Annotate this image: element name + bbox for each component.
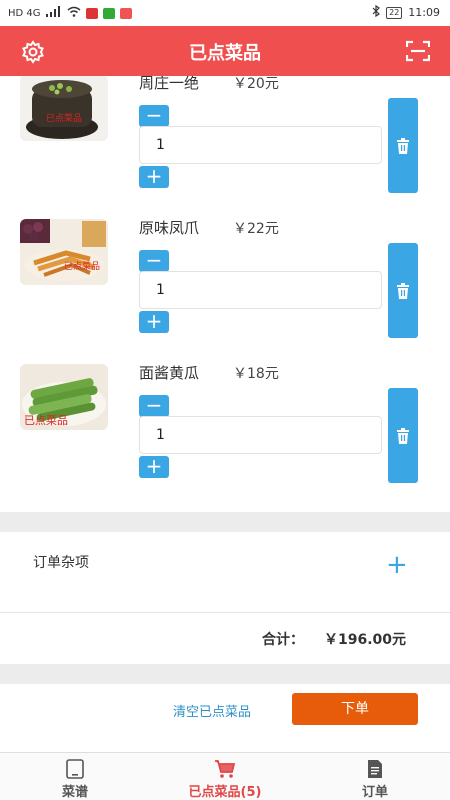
dish-image: 已点菜品	[20, 219, 108, 285]
add-misc-button[interactable]: +	[386, 552, 408, 578]
tab-label: 已点菜品(5)	[188, 785, 262, 800]
dish-name: 面酱黄瓜	[139, 364, 200, 382]
place-order-button[interactable]: 下单	[292, 693, 418, 725]
tab-label: 订单	[361, 785, 388, 800]
dish-name: 周庄一绝	[139, 76, 200, 92]
order-actions: 清空已点菜品 下单	[0, 684, 450, 752]
svg-text:已点菜品: 已点菜品	[24, 414, 68, 427]
increase-quantity-button[interactable]: +	[139, 166, 169, 188]
increase-quantity-button[interactable]: +	[139, 311, 169, 333]
app-notification-icon-3	[119, 7, 132, 19]
order-misc-section: 订单杂项 + 合计： ￥196.00元	[0, 532, 450, 664]
page-title: 已点菜品	[189, 43, 261, 64]
dish-price: ￥18元	[233, 366, 279, 382]
dish-item: 已点菜品 面酱黄瓜 ￥18元 − 1 +	[0, 364, 450, 510]
bottom-tab-bar: 菜谱 已点菜品(5) 订单	[0, 752, 450, 800]
document-icon	[300, 759, 450, 779]
delete-dish-button[interactable]	[388, 388, 418, 483]
signal-icon	[45, 6, 62, 20]
svg-text:已点菜品: 已点菜品	[64, 260, 100, 272]
network-label: HD 4G	[8, 7, 41, 19]
decrease-quantity-button[interactable]: −	[139, 105, 169, 127]
trash-icon	[397, 138, 409, 154]
bluetooth-icon	[372, 4, 381, 20]
wifi-icon	[67, 6, 81, 20]
dish-name: 原味凤爪	[139, 219, 200, 237]
scan-icon[interactable]	[405, 40, 431, 62]
decrease-quantity-button[interactable]: −	[139, 250, 169, 272]
increase-quantity-button[interactable]: +	[139, 456, 169, 478]
dish-item: 已点菜品 周庄一绝 ￥20元 − 1 +	[0, 76, 450, 220]
status-right: 22 11:09	[372, 4, 440, 20]
app-notification-icon-2	[102, 7, 115, 19]
tab-orders[interactable]: 订单	[300, 753, 450, 800]
svg-text:已点菜品: 已点菜品	[46, 112, 82, 124]
trash-icon	[397, 283, 409, 299]
order-misc-label: 订单杂项	[33, 555, 89, 571]
tablet-icon	[0, 759, 150, 779]
delete-dish-button[interactable]	[388, 243, 418, 338]
dish-item: 已点菜品 原味凤爪 ￥22元 − 1 +	[0, 219, 450, 365]
quantity-input[interactable]: 1	[139, 271, 382, 309]
dish-price: ￥22元	[233, 221, 279, 237]
cart-icon	[150, 759, 300, 779]
tab-menu[interactable]: 菜谱	[0, 753, 150, 800]
divider	[0, 612, 450, 613]
status-left: HD 4G	[8, 6, 132, 20]
clock: 11:09	[408, 6, 440, 19]
total-value: ￥196.00元	[324, 632, 407, 648]
trash-icon	[397, 428, 409, 444]
battery-indicator: 22	[386, 6, 403, 19]
dish-image: 已点菜品	[20, 364, 108, 430]
clear-dishes-link[interactable]: 清空已点菜品	[173, 701, 251, 720]
dish-image: 已点菜品	[20, 76, 108, 141]
app-notification-icon	[85, 7, 98, 19]
app-header: 已点菜品	[0, 26, 450, 76]
delete-dish-button[interactable]	[388, 98, 418, 193]
quantity-input[interactable]: 1	[139, 126, 382, 164]
dish-price: ￥20元	[233, 76, 279, 92]
total-label: 合计：	[262, 632, 304, 648]
ordered-dish-list[interactable]: 已点菜品 周庄一绝 ￥20元 − 1 + 已点菜品 原味凤爪 ￥22元 − 1 …	[0, 76, 450, 512]
status-bar: HD 4G 22 11:09	[0, 0, 450, 26]
tab-label: 菜谱	[61, 785, 88, 800]
tab-ordered-dishes[interactable]: 已点菜品(5)	[150, 753, 300, 800]
decrease-quantity-button[interactable]: −	[139, 395, 169, 417]
quantity-input[interactable]: 1	[139, 416, 382, 454]
